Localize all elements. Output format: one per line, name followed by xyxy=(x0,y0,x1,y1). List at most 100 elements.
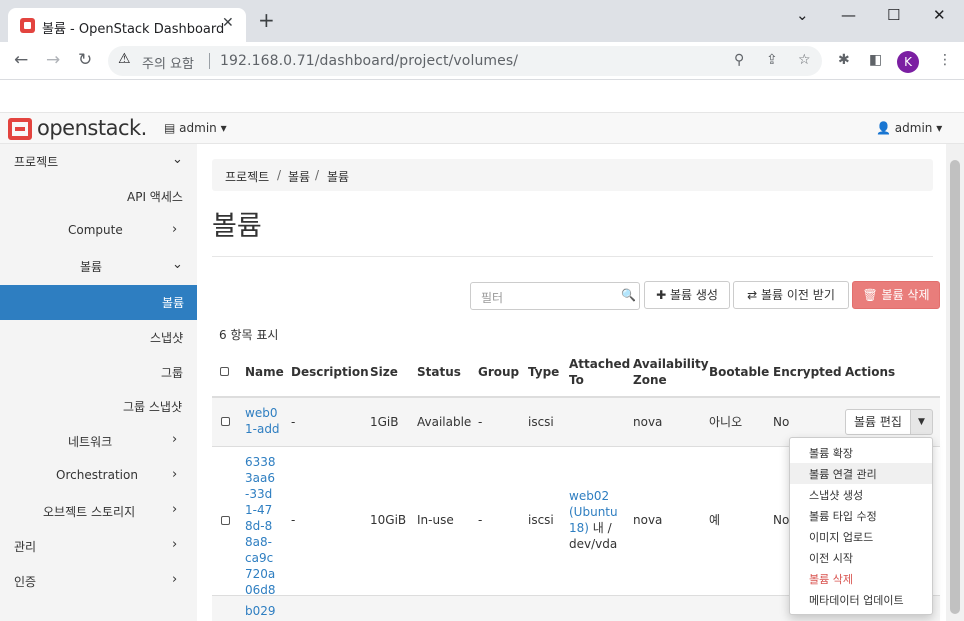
sidebar-item-identity[interactable]: 인증 › xyxy=(0,564,197,599)
column-header-attached-to[interactable]: Attached To xyxy=(569,356,630,388)
actions-dropdown-menu: 볼륨 확장 볼륨 연결 관리 스냅샷 생성 볼륨 타입 수정 이미지 업로드 이… xyxy=(789,437,933,615)
minimize-icon[interactable]: — xyxy=(841,6,856,24)
project-icon: ▤ xyxy=(164,121,176,135)
share-icon[interactable]: ⇪ xyxy=(766,52,778,68)
project-selector[interactable]: ▤ admin ▾ xyxy=(164,121,227,135)
breadcrumb-item[interactable]: 프로젝트 xyxy=(225,168,269,185)
scrollbar-thumb[interactable] xyxy=(950,160,960,614)
menu-item-label: 스냅샷 생성 xyxy=(809,489,864,502)
sidebar-item-snapshots[interactable]: 스냅샷 xyxy=(0,320,197,355)
volume-status: In-use xyxy=(417,513,454,527)
column-header-group[interactable]: Group xyxy=(478,364,519,380)
sidebar-item-api-access[interactable]: API 액세스 xyxy=(0,179,197,214)
sidebar-item-groups[interactable]: 그룹 xyxy=(0,355,197,390)
menu-item-update-metadata[interactable]: 메타데이터 업데이트 xyxy=(790,589,932,610)
volume-name-link[interactable]: web01-add xyxy=(245,405,281,437)
back-icon[interactable]: ← xyxy=(14,50,28,70)
sidebar-item-project[interactable]: 프로젝트 ⌄ xyxy=(0,144,197,179)
sidebar-item-network[interactable]: 네트워크 › xyxy=(0,424,197,459)
delete-volumes-label: 볼륨 삭제 xyxy=(881,288,930,302)
menu-item-create-snapshot[interactable]: 스냅샷 생성 xyxy=(790,484,932,505)
sidebar-item-group-snapshots[interactable]: 그룹 스냅샷 xyxy=(0,389,197,424)
user-menu[interactable]: 👤 admin ▾ xyxy=(876,121,942,135)
close-tab-icon[interactable]: ✕ xyxy=(222,15,234,31)
volume-type: iscsi xyxy=(528,415,554,429)
delete-volumes-button[interactable]: 🗑 볼륨 삭제 xyxy=(852,281,940,309)
new-tab-icon[interactable]: + xyxy=(258,10,275,30)
select-all-checkbox[interactable] xyxy=(220,367,229,376)
tab-title: 볼륨 - OpenStack Dashboard xyxy=(42,22,225,37)
side-panel-icon[interactable]: ◧ xyxy=(869,52,882,68)
menu-item-extend-volume[interactable]: 볼륨 확장 xyxy=(790,442,932,463)
openstack-logo-icon[interactable] xyxy=(8,118,32,140)
browser-tab[interactable]: 볼륨 - OpenStack Dashboard ✕ xyxy=(8,8,246,42)
chevron-down-icon[interactable]: ⌄ xyxy=(796,6,809,24)
maximize-icon[interactable]: ☐ xyxy=(887,6,900,24)
sidebar-item-label: Compute xyxy=(68,223,123,237)
sidebar-item-label: 볼륨 xyxy=(162,296,185,310)
chevron-down-icon: ⌄ xyxy=(172,257,183,272)
caret-down-icon: ▾ xyxy=(936,121,943,135)
column-header-bootable[interactable]: Bootable xyxy=(709,364,769,380)
reload-icon[interactable]: ↻ xyxy=(78,50,92,70)
sidebar-item-volume-group[interactable]: 볼륨 ⌄ xyxy=(0,249,197,284)
address-bar[interactable]: ⚠ 주의 요함 192.168.0.71/dashboard/project/v… xyxy=(108,46,822,76)
column-header-availability-zone[interactable]: Availability Zone xyxy=(633,356,709,388)
profile-avatar[interactable]: K xyxy=(897,51,919,73)
sidebar-item-label: 네트워크 xyxy=(68,435,113,449)
column-header-type[interactable]: Type xyxy=(528,364,559,380)
volume-size: 10GiB xyxy=(370,513,407,527)
item-count: 6 항목 표시 xyxy=(219,328,279,342)
openstack-logo-text[interactable]: openstack. xyxy=(37,116,147,140)
column-header-status[interactable]: Status xyxy=(417,364,461,380)
column-header-encrypted[interactable]: Encrypted xyxy=(773,364,842,380)
url-text: 192.168.0.71/dashboard/project/volumes/ xyxy=(220,53,519,69)
caret-down-icon: ▾ xyxy=(220,121,227,135)
menu-item-upload-to-image[interactable]: 이미지 업로드 xyxy=(790,526,932,547)
row-checkbox[interactable] xyxy=(221,417,230,426)
menu-item-create-transfer[interactable]: 이전 시작 xyxy=(790,547,932,568)
filter-input[interactable]: 필터 🔍 xyxy=(470,282,640,310)
volume-name-link[interactable]: b029 xyxy=(245,603,276,619)
sidebar-item-label: 오브젝트 스토리지 xyxy=(43,505,136,519)
volume-name-link[interactable]: 63383aa6-33d1-478d-88a8-ca9c720a06d8 xyxy=(245,454,277,598)
accept-transfer-button[interactable]: ⇄ 볼륨 이전 받기 xyxy=(733,281,849,309)
accept-transfer-label: 볼륨 이전 받기 xyxy=(761,288,835,302)
menu-item-delete-volume[interactable]: 볼륨 삭제 xyxy=(790,568,932,589)
sidebar-item-compute[interactable]: Compute › xyxy=(0,214,197,249)
breadcrumb-separator: / xyxy=(315,168,320,182)
chevron-right-icon: › xyxy=(172,537,178,552)
menu-item-label: 볼륨 타입 수정 xyxy=(809,510,877,523)
sidebar-item-admin[interactable]: 관리 › xyxy=(0,529,197,564)
breadcrumb-separator: / xyxy=(277,168,282,182)
column-header-name[interactable]: Name xyxy=(245,364,284,380)
sidebar-item-volumes[interactable]: 볼륨 xyxy=(0,285,197,320)
menu-item-manage-attachments[interactable]: 볼륨 연결 관리 xyxy=(790,463,932,484)
page-title: 볼륨 xyxy=(212,211,262,242)
bookmark-star-icon[interactable]: ☆ xyxy=(798,52,811,68)
volume-size: 1GiB xyxy=(370,415,399,429)
menu-item-change-volume-type[interactable]: 볼륨 타입 수정 xyxy=(790,505,932,526)
extensions-icon[interactable]: ✱ xyxy=(838,52,850,68)
breadcrumb-item[interactable]: 볼륨 xyxy=(288,168,310,185)
sidebar-item-label: 인증 xyxy=(14,575,37,589)
menu-item-label: 볼륨 연결 관리 xyxy=(809,468,877,481)
row-checkbox[interactable] xyxy=(221,516,230,525)
column-header-size[interactable]: Size xyxy=(370,364,398,380)
menu-item-label: 이미지 업로드 xyxy=(809,531,874,544)
omnibox-divider xyxy=(209,53,210,69)
sidebar-item-orchestration[interactable]: Orchestration › xyxy=(0,459,197,494)
forward-icon[interactable]: → xyxy=(46,50,60,70)
sidebar-item-object-storage[interactable]: 오브젝트 스토리지 › xyxy=(0,494,197,529)
sidebar-item-label: 그룹 xyxy=(161,366,184,380)
actions-caret-icon[interactable]: ▼ xyxy=(910,409,933,435)
zoom-icon[interactable]: ⚲ xyxy=(734,52,744,68)
more-menu-icon[interactable]: ⋮ xyxy=(938,52,952,68)
column-header-description[interactable]: Description xyxy=(291,364,369,380)
column-header-actions: Actions xyxy=(845,365,896,379)
search-icon[interactable]: 🔍 xyxy=(621,288,636,302)
close-window-icon[interactable]: ✕ xyxy=(933,6,946,24)
security-label: 주의 요함 xyxy=(142,57,194,72)
edit-volume-button[interactable]: 볼륨 편집 xyxy=(845,409,911,435)
create-volume-button[interactable]: ✚ 볼륨 생성 xyxy=(644,281,730,309)
